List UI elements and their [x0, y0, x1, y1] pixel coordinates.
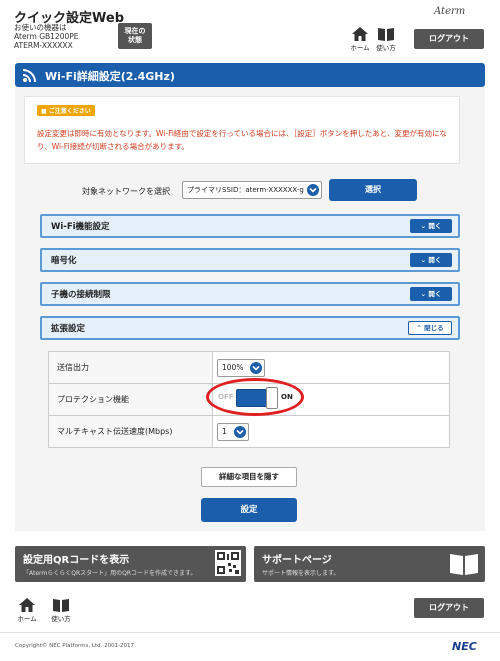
nec-logo: NEC — [452, 640, 477, 653]
status-button-line-1: 現在の — [124, 27, 146, 35]
support-card-description: サポート情報を表示します。 — [262, 570, 340, 577]
section-label: Wi-Fi機能設定 — [51, 222, 110, 232]
network-select[interactable]: プライマリSSID：aterm-XXXXXX-g — [182, 181, 322, 199]
network-select-button[interactable]: 選択 — [329, 179, 417, 201]
status-button-line-2: 状態 — [128, 36, 142, 44]
caution-badge: ■ ご注意ください — [37, 105, 95, 116]
page-title: Wi-Fi詳細設定(2.4GHz) — [45, 70, 175, 83]
multicast-value: 1 — [222, 426, 227, 436]
manual-label: 使い方 — [376, 44, 396, 52]
caution-box: ■ ご注意ください 設定変更は即時に有効となります。Wi-Fi経由で設定を行って… — [24, 96, 460, 164]
wifi-icon — [22, 69, 36, 83]
support-card[interactable]: サポートページ サポート情報を表示します。 — [254, 546, 485, 582]
hide-details-button[interactable]: 詳細な項目を隠す — [201, 467, 297, 487]
logout-button[interactable]: ログアウト — [414, 29, 484, 49]
network-select-value: プライマリSSID：aterm-XXXXXX-g — [187, 186, 304, 194]
section-label: 暗号化 — [51, 256, 77, 266]
qr-code-card[interactable]: 設定用QRコードを表示 「AtermらくらくQRスタート」用のQRコードを作成で… — [15, 546, 246, 582]
book-icon — [53, 599, 69, 612]
protection-label: プロテクション機能 — [48, 383, 213, 416]
multicast-cell: 1 — [212, 415, 450, 448]
open-button-label: 開く — [428, 222, 442, 230]
chevron-up-icon: ⌃ — [416, 324, 425, 332]
copyright: Copyright© NEC Platforms, Ltd. 2001-2017 — [15, 643, 135, 649]
brand-logo: Aterm — [434, 6, 466, 17]
qr-card-description: 「AtermらくらくQRスタート」用のQRコードを作成できます。 — [23, 570, 197, 577]
section-encryption[interactable]: 暗号化 ⌄ 開く — [40, 248, 460, 272]
home-icon — [352, 27, 368, 41]
warning-icon: ■ — [41, 108, 47, 115]
support-card-title: サポートページ — [262, 555, 332, 566]
footer-manual-link[interactable]: 使い方 — [48, 598, 74, 623]
current-status-button[interactable]: 現在の 状態 — [118, 23, 152, 49]
highlight-ring — [206, 378, 304, 416]
section-extended-settings[interactable]: 拡張設定 ⌃ 閉じる — [40, 316, 460, 340]
tx-power-label: 送信出力 — [48, 351, 213, 384]
caution-text: 設定変更は即時に有効となります。Wi-Fi経由で設定を行っている場合には、［設定… — [37, 129, 447, 151]
device-info: お使いの機器は Aterm GB1200PE ATERM-XXXXXX — [14, 23, 79, 50]
qr-card-title: 設定用QRコードを表示 — [23, 555, 130, 566]
chevron-down-icon — [307, 184, 319, 196]
book-icon — [378, 28, 394, 41]
manual-link[interactable]: 使い方 — [373, 27, 399, 52]
open-button-label: 開く — [428, 256, 442, 264]
device-info-line: お使いの機器は — [14, 23, 67, 32]
home-label: ホーム — [350, 44, 370, 52]
section-client-restriction[interactable]: 子機の接続制限 ⌄ 開く — [40, 282, 460, 306]
table-row: マルチキャスト伝送速度(Mbps) 1 — [48, 415, 450, 448]
section-label: 拡張設定 — [51, 324, 86, 334]
footer-home-link[interactable]: ホーム — [14, 598, 40, 623]
home-link[interactable]: ホーム — [347, 27, 373, 52]
device-name: ATERM-XXXXXX — [14, 41, 73, 50]
close-button-label: 閉じる — [424, 324, 444, 332]
open-button[interactable]: ⌄ 開く — [410, 253, 452, 267]
qr-code-icon — [215, 550, 241, 576]
footer-divider — [0, 632, 500, 633]
tx-power-value: 100% — [222, 362, 244, 372]
footer-manual-label: 使い方 — [51, 615, 71, 623]
footer-logout-button[interactable]: ログアウト — [414, 598, 484, 618]
apply-button[interactable]: 設定 — [201, 498, 297, 522]
chevron-down-icon — [234, 425, 246, 438]
footer-home-label: ホーム — [17, 615, 37, 623]
tx-power-select[interactable]: 100% — [217, 358, 265, 377]
device-model: Aterm GB1200PE — [14, 32, 79, 41]
open-button[interactable]: ⌄ 開く — [410, 287, 452, 301]
multicast-select[interactable]: 1 — [217, 422, 249, 441]
header: クイック設定Web お使いの機器は Aterm GB1200PE ATERM-X… — [0, 0, 500, 60]
section-wifi-function[interactable]: Wi-Fi機能設定 ⌄ 開く — [40, 214, 460, 238]
book-icon — [450, 554, 478, 575]
close-button[interactable]: ⌃ 閉じる — [408, 321, 452, 335]
chevron-down-icon — [250, 361, 262, 374]
open-button-label: 開く — [428, 290, 442, 298]
network-select-label: 対象ネットワークを選択 — [82, 187, 170, 196]
home-icon — [19, 598, 35, 612]
section-label: 子機の接続制限 — [51, 290, 111, 300]
page-title-bar: Wi-Fi詳細設定(2.4GHz) — [15, 63, 485, 87]
open-button[interactable]: ⌄ 開く — [410, 219, 452, 233]
multicast-label: マルチキャスト伝送速度(Mbps) — [48, 415, 213, 448]
caution-badge-label: ご注意ください — [48, 108, 91, 115]
